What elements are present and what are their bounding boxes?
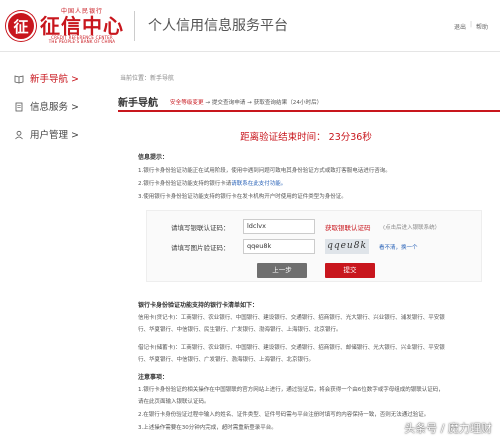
main-content: 当前位置：新手导航 新手导航 安全等级变更 → 提交查询申请 → 获取查询结果（… <box>112 64 500 442</box>
tip-2-link[interactable]: 请联系在此支付功能。 <box>231 181 286 187</box>
refresh-captcha-link[interactable]: 看不清，换一个 <box>379 243 418 251</box>
bank-list-line: 信用卡(贷记卡)：工商银行、农业银行、中国银行、建设银行、交通银行、招商银行、光… <box>138 315 445 321</box>
bank-list-line: 行、华夏银行、中信银行、广发银行、渤海银行、上海银行、北京银行。 <box>138 357 315 363</box>
breadcrumb: 当前位置：新手导航 <box>120 75 175 82</box>
banks-title: 银行卡身份验证功能支持的银行卡清单如下： <box>138 302 259 309</box>
notes-title: 注意事项： <box>138 374 169 381</box>
header-separator: | <box>470 21 473 28</box>
user-icon <box>14 130 24 139</box>
code-hint: (点击后进入银联系统） <box>383 225 441 231</box>
logo-seal-icon: 征 <box>6 11 36 41</box>
tip-1: 1.银行卡身份验证功能正在试用阶段，使用中遇到问题可致电其身份验证方式或致打客服… <box>138 168 391 174</box>
tip-3: 3.使用银行卡身份验证功能支持的银行卡在发卡机构开户时使用的证件类型为身份证。 <box>138 194 347 200</box>
captcha-image[interactable]: qqeu8k <box>325 239 369 254</box>
sidebar: 新手导航 > 信息服务 > 用户管理 > <box>0 64 104 148</box>
toutiao-watermark: 头条号 / 魔力理财 <box>404 422 492 435</box>
top-header: 征 中国人民银行 征信中心 CREDIT REFERENCE CENTER TH… <box>0 0 500 52</box>
sidebar-item-label: 信息服务 > <box>30 102 79 113</box>
logo-divider <box>134 11 135 41</box>
credit-center-logo[interactable]: 征 中国人民银行 征信中心 CREDIT REFERENCE CENTER TH… <box>6 4 135 48</box>
sidebar-item-label: 用户管理 > <box>30 130 79 141</box>
sidebar-item-label: 新手导航 > <box>30 74 79 85</box>
page-title: 新手导航 <box>118 98 158 109</box>
help-link[interactable]: 帮助 <box>476 22 488 31</box>
guide-tabbar: 新手导航 安全等级变更 → 提交查询申请 → 获取查询结果（24小时后） <box>118 92 500 112</box>
sidebar-item-guide[interactable]: 新手导航 > <box>0 64 104 92</box>
document-icon <box>14 102 24 111</box>
step-current: 安全等级变更 <box>170 100 204 106</box>
captcha-input[interactable]: qqeu8k <box>243 239 315 254</box>
logo-text: 中国人民银行 征信中心 CREDIT REFERENCE CENTER THE … <box>40 8 124 44</box>
unionpay-code-input[interactable]: ldclvx <box>243 219 315 234</box>
note-line: 请在此页面输入银联认证码。 <box>138 399 210 405</box>
refresh-captcha-text[interactable]: 看不清，换一个 <box>379 245 418 251</box>
bank-list-line: 行、华夏银行、中信银行、民生银行、广发银行、渤海银行、上海银行、北京银行。 <box>138 327 342 333</box>
tip-2: 2.银行卡身份验证功能支持的银行卡请请联系在此支付功能。 <box>138 179 286 187</box>
bank-list-line: 借记卡(储蓄卡)：工商银行、农业银行、中国银行、建设银行、交通银行、招商银行、邮… <box>138 345 445 351</box>
logo-english-line2: THE PEOPLE'S BANK OF CHINA <box>48 38 116 44</box>
note-line: 1.银行卡身份验证的相关操作在中国银联的官方网站上进行，通过验证后，将会获得一个… <box>138 387 444 393</box>
sidebar-item-user-management[interactable]: 用户管理 > <box>0 120 104 148</box>
previous-step-button[interactable]: 上一步 <box>257 263 307 278</box>
exit-link[interactable]: 退出 <box>454 22 466 31</box>
verification-countdown: 距离验证结束时间： 23分36秒 <box>240 132 372 143</box>
step-rest: → 提交查询申请 → 获取查询结果（24小时后） <box>203 100 323 106</box>
note-line: 3.上述操作需要在30分钟内完成，超时需重新登录平台。 <box>138 425 277 431</box>
note-line: 2.在银行卡身份验证过程中输入的姓名、证件类型、证件号码需与平台注册时填写的内容… <box>138 412 430 418</box>
captcha-label: 请填写图片验证码： <box>171 244 230 252</box>
submit-button[interactable]: 提交 <box>325 263 375 278</box>
book-icon <box>14 74 24 83</box>
verification-form: 请填写银联认证码： ldclvx 获取银联认证码 (点击后进入银联系统） 请填写… <box>146 210 482 282</box>
get-unionpay-code-link[interactable]: 获取银联认证码 <box>325 222 371 232</box>
tip-2-text: 2.银行卡身份验证功能支持的银行卡请 <box>138 181 232 187</box>
code-label: 请填写银联认证码： <box>171 224 230 232</box>
step-progress: 安全等级变更 → 提交查询申请 → 获取查询结果（24小时后） <box>170 98 322 106</box>
sidebar-item-info-service[interactable]: 信息服务 > <box>0 92 104 120</box>
logo-main-text: 征信中心 <box>40 13 124 38</box>
tips-title: 信息提示： <box>138 154 169 161</box>
platform-title: 个人信用信息服务平台 <box>148 18 288 34</box>
